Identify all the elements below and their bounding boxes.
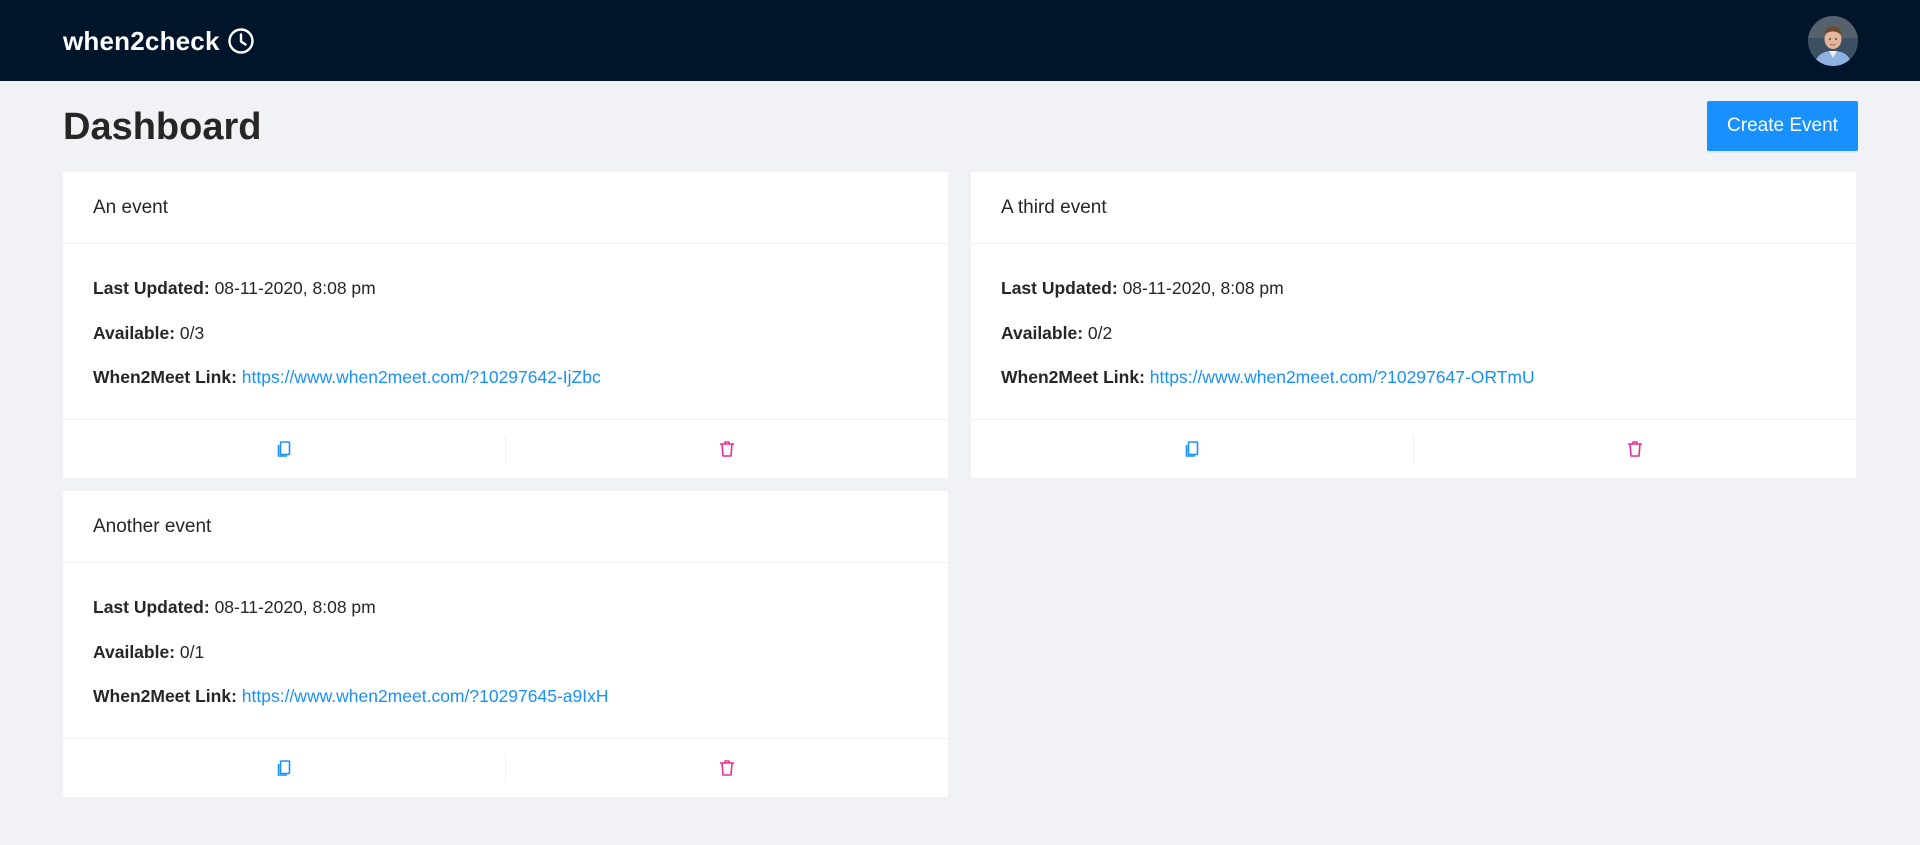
when2meet-link[interactable]: https://www.when2meet.com/?10297647-ORTm… bbox=[1150, 367, 1535, 387]
top-navbar: when2check bbox=[0, 0, 1920, 81]
last-updated-label: Last Updated: bbox=[1001, 278, 1118, 298]
card-header: A third event bbox=[971, 172, 1856, 244]
last-updated-label: Last Updated: bbox=[93, 597, 210, 617]
clock-icon bbox=[227, 27, 255, 55]
when2meet-link-label: When2Meet Link: bbox=[93, 686, 237, 706]
card-header: Another event bbox=[63, 491, 948, 563]
delete-button[interactable] bbox=[506, 420, 948, 477]
when2meet-link-label: When2Meet Link: bbox=[93, 367, 237, 387]
copy-icon bbox=[277, 759, 291, 776]
copy-icon bbox=[1185, 440, 1199, 457]
copy-button[interactable] bbox=[971, 420, 1413, 477]
card-actions bbox=[63, 739, 948, 796]
event-card: An event Last Updated: 08-11-2020, 8:08 … bbox=[63, 172, 948, 478]
event-title: A third event bbox=[1001, 196, 1107, 218]
when2meet-link-row: When2Meet Link: https://www.when2meet.co… bbox=[1001, 367, 1826, 412]
card-body: Last Updated: 08-11-2020, 8:08 pm Availa… bbox=[63, 244, 948, 420]
user-avatar[interactable] bbox=[1808, 16, 1858, 66]
available-label: Available: bbox=[93, 322, 176, 343]
available-value: 0/3 bbox=[179, 322, 205, 343]
delete-button[interactable] bbox=[1414, 420, 1856, 477]
event-card: A third event Last Updated: 08-11-2020, … bbox=[971, 172, 1856, 478]
available-row: Available: 0/1 bbox=[93, 642, 918, 687]
card-header: An event bbox=[63, 172, 948, 244]
when2meet-link[interactable]: https://www.when2meet.com/?10297645-a9Ix… bbox=[242, 686, 609, 706]
when2meet-link-row: When2Meet Link: https://www.when2meet.co… bbox=[93, 686, 918, 731]
available-value: 0/1 bbox=[179, 641, 205, 662]
delete-button[interactable] bbox=[506, 739, 948, 796]
brand-name: when2check bbox=[63, 25, 220, 56]
card-body: Last Updated: 08-11-2020, 8:08 pm Availa… bbox=[63, 563, 948, 739]
card-actions bbox=[63, 420, 948, 477]
delete-icon bbox=[1628, 440, 1642, 457]
last-updated-value: 08-11-2020, 8:08 pm bbox=[214, 597, 376, 617]
available-label: Available: bbox=[93, 641, 176, 662]
last-updated-row: Last Updated: 08-11-2020, 8:08 pm bbox=[93, 278, 918, 323]
event-title: An event bbox=[93, 196, 168, 218]
event-card: Another event Last Updated: 08-11-2020, … bbox=[63, 491, 948, 797]
available-row: Available: 0/3 bbox=[93, 323, 918, 368]
available-value: 0/2 bbox=[1087, 322, 1113, 343]
last-updated-row: Last Updated: 08-11-2020, 8:08 pm bbox=[1001, 278, 1826, 323]
when2meet-link-row: When2Meet Link: https://www.when2meet.co… bbox=[93, 367, 918, 412]
last-updated-row: Last Updated: 08-11-2020, 8:08 pm bbox=[93, 597, 918, 642]
card-body: Last Updated: 08-11-2020, 8:08 pm Availa… bbox=[971, 244, 1856, 420]
delete-icon bbox=[720, 440, 734, 457]
last-updated-label: Last Updated: bbox=[93, 278, 210, 298]
delete-icon bbox=[720, 759, 734, 776]
available-label: Available: bbox=[1001, 322, 1084, 343]
copy-button[interactable] bbox=[63, 420, 505, 477]
create-event-button[interactable]: Create Event bbox=[1707, 101, 1858, 151]
copy-icon bbox=[277, 440, 291, 457]
last-updated-value: 08-11-2020, 8:08 pm bbox=[214, 278, 376, 298]
last-updated-value: 08-11-2020, 8:08 pm bbox=[1122, 278, 1284, 298]
when2meet-link-label: When2Meet Link: bbox=[1001, 367, 1145, 387]
copy-button[interactable] bbox=[63, 739, 505, 796]
card-actions bbox=[971, 420, 1856, 477]
page-title: Dashboard bbox=[63, 106, 262, 148]
when2meet-link[interactable]: https://www.when2meet.com/?10297642-IjZb… bbox=[242, 367, 601, 387]
event-title: Another event bbox=[93, 515, 212, 537]
brand-logo[interactable]: when2check bbox=[63, 25, 255, 57]
available-row: Available: 0/2 bbox=[1001, 323, 1826, 368]
